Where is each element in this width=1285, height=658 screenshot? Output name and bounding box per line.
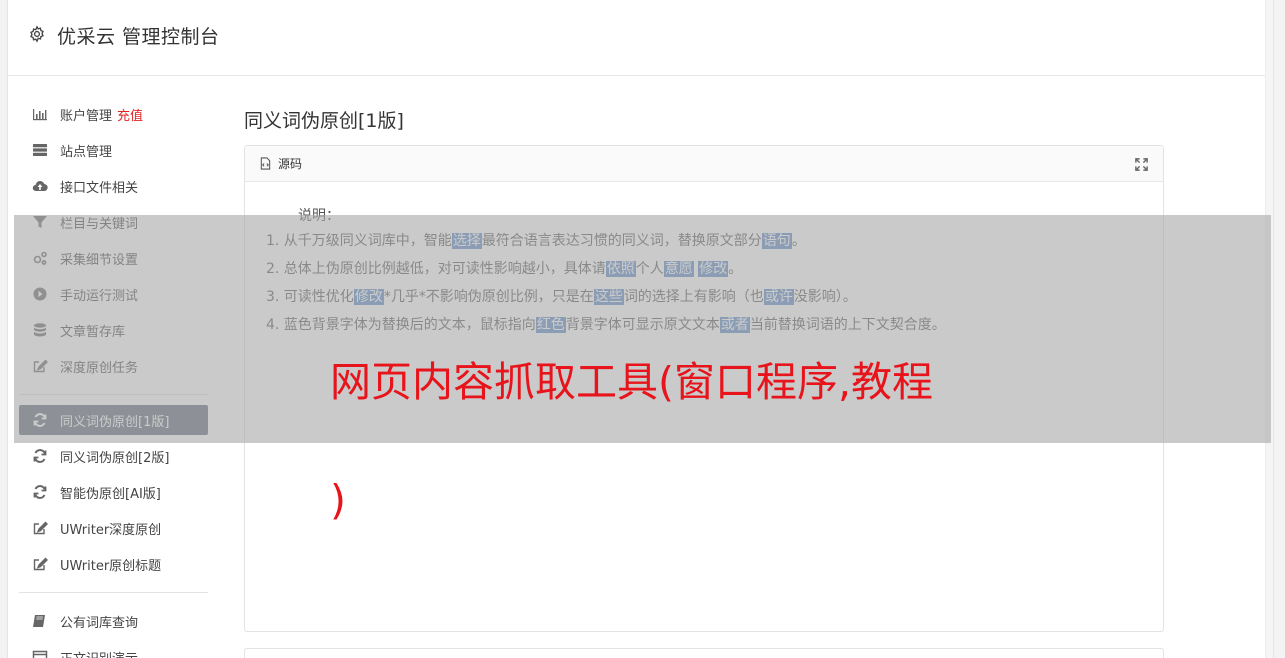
sidebar-item-label: 接口文件相关 xyxy=(60,180,139,196)
window-icon xyxy=(31,648,49,658)
book-icon xyxy=(31,612,49,630)
edit-icon xyxy=(31,519,49,537)
server-icon xyxy=(31,141,49,159)
top-bar: 优采云 管理控制台 xyxy=(8,0,1273,76)
sidebar-divider xyxy=(19,592,208,593)
sidebar-item-label: 站点管理 xyxy=(60,144,113,160)
sidebar-item-label: UWriter深度原创 xyxy=(60,522,162,538)
sidebar-item-group3-1[interactable]: 正文识别演示 xyxy=(19,639,208,658)
overlay-title-cont: ) xyxy=(330,476,346,524)
app-title: 优采云 管理控制台 xyxy=(57,26,220,48)
gear-icon xyxy=(30,25,44,43)
page-title: 同义词伪原创[1版] xyxy=(244,110,404,132)
sidebar-item-group2-4[interactable]: UWriter原创标题 xyxy=(19,546,208,582)
code-file-icon xyxy=(260,157,271,170)
refresh-icon xyxy=(31,447,49,465)
recharge-link[interactable]: 充值 xyxy=(117,105,143,124)
sidebar-item-group1-2[interactable]: 接口文件相关 xyxy=(19,168,208,204)
secondary-panel xyxy=(244,648,1164,658)
panel-header: 源码 xyxy=(245,146,1163,182)
sidebar-item-label: 公有词库查询 xyxy=(60,615,139,631)
sidebar-item-group2-3[interactable]: UWriter深度原创 xyxy=(19,510,208,546)
expand-icon[interactable] xyxy=(1134,157,1149,172)
edit-icon xyxy=(31,555,49,573)
overlay-title: 网页内容抓取工具(窗口程序,教程 xyxy=(330,358,934,406)
refresh-icon xyxy=(31,483,49,501)
sidebar-item-label: 正文识别演示 xyxy=(60,648,138,658)
sidebar-item-label: UWriter原创标题 xyxy=(60,558,162,574)
sidebar-item-label: 同义词伪原创[2版] xyxy=(60,450,170,466)
sidebar-item-label: 账户管理 xyxy=(60,108,113,124)
sidebar-item-group3-0[interactable]: 公有词库查询 xyxy=(19,603,208,639)
sidebar-item-label: 智能伪原创[AI版] xyxy=(60,486,161,502)
cloud-upload-icon xyxy=(31,177,49,195)
panel-title: 源码 xyxy=(278,157,303,171)
sidebar-item-group1-0[interactable]: 账户管理 充值 xyxy=(19,96,208,132)
bar-chart-icon xyxy=(31,105,49,123)
sidebar-item-group2-1[interactable]: 同义词伪原创[2版] xyxy=(19,438,208,474)
sidebar-item-group2-2[interactable]: 智能伪原创[AI版] xyxy=(19,474,208,510)
sidebar-item-group1-1[interactable]: 站点管理 xyxy=(19,132,208,168)
